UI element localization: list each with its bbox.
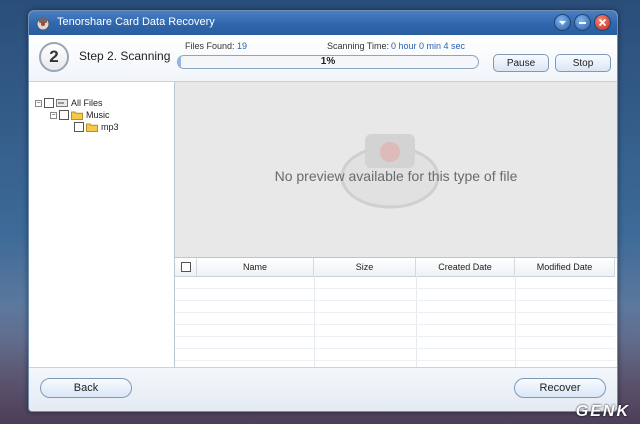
select-all-checkbox[interactable] (180, 262, 191, 272)
progress-percent: 1% (320, 56, 336, 67)
all-files-checkbox[interactable] (44, 98, 54, 108)
files-found-label: Files Found: (185, 41, 235, 51)
title-bar[interactable]: Tenorshare Card Data Recovery (29, 11, 617, 35)
app-logo-icon (36, 17, 50, 31)
table-row (175, 313, 615, 325)
scanning-time-label: Scanning Time: (327, 41, 390, 51)
back-button[interactable]: Back (40, 378, 132, 398)
drive-icon (56, 99, 68, 107)
folder-icon (71, 111, 83, 120)
tree-item-mp3[interactable]: mp3 (74, 121, 119, 133)
table-row (175, 277, 615, 289)
table-header: Name Size Created Date Modified Date (175, 258, 615, 277)
minimize-icon[interactable] (574, 14, 591, 31)
mp3-checkbox[interactable] (74, 122, 84, 132)
window-title: Tenorshare Card Data Recovery (57, 16, 215, 28)
collapse-icon[interactable]: − (50, 111, 57, 119)
stop-button[interactable]: Stop (555, 54, 611, 72)
step-header: 2 Step 2. Scanning Files Found: 19 Scann… (29, 35, 617, 82)
folder-icon (86, 123, 98, 132)
table-row (175, 337, 615, 349)
help-icon[interactable] (554, 14, 571, 31)
column-header-name[interactable]: Name (197, 258, 314, 276)
table-row (175, 289, 615, 301)
file-tree: − All Files − Music mp3 (29, 82, 175, 367)
no-preview-message: No preview available for this type of fi… (274, 168, 518, 184)
tree-item-label: All Files (71, 98, 103, 108)
column-header-size[interactable]: Size (314, 258, 416, 276)
column-header-created-date[interactable]: Created Date (416, 258, 515, 276)
scan-progress-bar: 1% (177, 55, 479, 69)
select-all-cell (175, 258, 197, 276)
pause-button[interactable]: Pause (493, 54, 549, 72)
collapse-icon[interactable]: − (35, 99, 42, 107)
close-icon[interactable] (594, 14, 611, 31)
table-row (175, 301, 615, 313)
files-found-value: 19 (237, 41, 248, 51)
step-number: 2 (39, 42, 69, 72)
file-list-table: Name Size Created Date Modified Date (175, 258, 617, 367)
tree-item-all-files[interactable]: − All Files (35, 97, 103, 109)
footer-bar: Back Recover (29, 367, 617, 411)
table-row (175, 349, 615, 361)
scanning-time-value: 0 hour 0 min 4 sec (391, 41, 466, 51)
tree-item-label: Music (86, 110, 110, 120)
table-row (175, 325, 615, 337)
preview-pane: No preview available for this type of fi… (175, 82, 617, 258)
step-title: Step 2. Scanning (79, 49, 171, 63)
music-checkbox[interactable] (59, 110, 69, 120)
tree-item-label: mp3 (101, 122, 119, 132)
watermark-logo: GENK (575, 403, 630, 420)
tree-item-music[interactable]: − Music (50, 109, 110, 121)
recover-button[interactable]: Recover (514, 378, 606, 398)
column-header-modified-date[interactable]: Modified Date (515, 258, 615, 276)
app-logo-icon (340, 134, 440, 209)
app-window: Tenorshare Card Data Recovery 2 Step 2. … (28, 10, 618, 412)
